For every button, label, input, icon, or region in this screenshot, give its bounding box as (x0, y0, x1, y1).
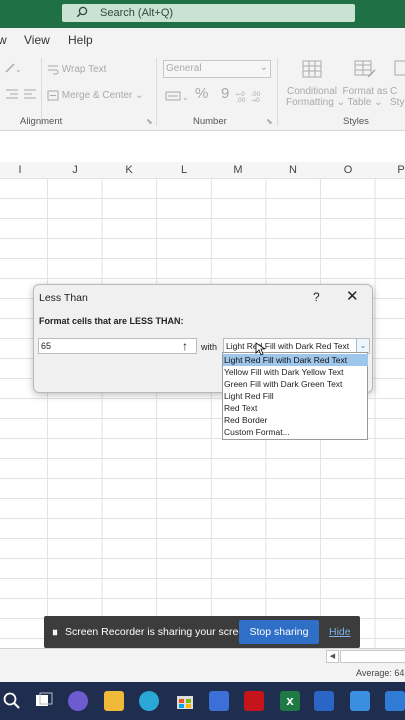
dropdown-option[interactable]: Red Text (223, 402, 368, 414)
format-select-value: Light Red Fill with Dark Red Text (226, 341, 350, 351)
column-header-j[interactable]: J (69, 164, 81, 176)
format-as-table-icon[interactable] (354, 60, 376, 81)
menu-item-help[interactable]: Help (68, 33, 93, 47)
number-format-select[interactable]: General ⌄ (163, 60, 271, 78)
group-number-label: Number (193, 116, 227, 127)
collapse-dialog-arrow-icon[interactable]: ↑ (177, 338, 193, 354)
indent-icon[interactable] (4, 88, 40, 103)
column-header-k[interactable]: K (123, 164, 135, 176)
svg-text:⌄: ⌄ (15, 65, 22, 74)
cell-styles-line1: C (390, 86, 398, 97)
formula-area (0, 131, 405, 163)
svg-text:→0: →0 (251, 97, 260, 102)
svg-text:.00: .00 (236, 97, 246, 102)
close-icon[interactable]: ✕ (346, 287, 359, 305)
dropdown-option[interactable]: Custom Format... (223, 426, 368, 438)
column-headers: I J K L M N O P (0, 162, 405, 179)
dropdown-option[interactable]: Red Border (223, 414, 368, 426)
screen-recorder-banner: ⏸ Screen Recorder is sharing your screen… (44, 616, 360, 648)
column-header-l[interactable]: L (178, 164, 190, 176)
percent-style-button[interactable]: % (195, 85, 208, 102)
search-placeholder: Search (Alt+Q) (100, 7, 174, 19)
with-label: with (201, 342, 218, 352)
status-bar: Average: 64.7 (0, 664, 405, 682)
ribbon: ⌄ Wrap Text Merge & Center ⌄ Alignment ⬊… (0, 54, 405, 131)
menu-item-review[interactable]: w (0, 33, 7, 47)
scroll-left-icon[interactable]: ◀ (326, 650, 339, 663)
search-box[interactable]: Search (Alt+Q) (62, 4, 355, 22)
format-dropdown-list: Light Red Fill with Dark Red Text Yellow… (222, 352, 368, 440)
cond-fmt-line1: Conditional (286, 86, 338, 97)
menu-item-view[interactable]: View (24, 33, 50, 47)
comma-style-button[interactable]: 9 (221, 85, 229, 102)
taskbar: x (0, 682, 405, 720)
number-format-value: General (166, 63, 202, 74)
decimal-icons[interactable]: ←0.00.00 →0 (236, 90, 266, 105)
column-header-m[interactable]: M (231, 164, 245, 176)
value-input[interactable]: 65 (38, 338, 197, 354)
help-icon[interactable]: ? (313, 290, 320, 304)
dropdown-option[interactable]: Green Fill with Dark Green Text (223, 378, 368, 390)
cond-fmt-line2: Formatting (286, 97, 334, 108)
group-alignment-label: Alignment (20, 116, 63, 127)
outlook-icon[interactable] (314, 691, 334, 711)
pause-icon[interactable]: ⏸ (52, 625, 58, 640)
task-view-icon[interactable] (34, 691, 54, 711)
menu-bar: w View Help (0, 28, 405, 54)
cell-styles-button[interactable]: C Styl (390, 86, 405, 108)
accounting-format-icon[interactable]: ⌄ (165, 90, 191, 105)
photos-icon[interactable] (350, 691, 370, 711)
horizontal-scrollbar[interactable] (340, 650, 405, 663)
recorder-message: Screen Recorder is sharing your screen. (65, 626, 253, 638)
chevron-down-icon: ⌄ (135, 90, 144, 102)
app-icon[interactable] (385, 691, 405, 711)
chevron-down-icon[interactable]: ⌄ (356, 339, 369, 353)
search-icon[interactable] (2, 691, 22, 711)
store-icon[interactable] (175, 691, 195, 711)
teams-icon[interactable] (68, 691, 88, 711)
merge-center-label: Merge & Center (61, 90, 133, 102)
value-text: 65 (41, 341, 52, 351)
column-header-p[interactable]: P (395, 164, 405, 176)
format-table-line2: Table (347, 97, 372, 108)
format-table-line1: Format as (342, 86, 388, 97)
conditional-formatting-icon[interactable] (302, 60, 322, 81)
column-header-o[interactable]: O (341, 164, 355, 176)
dialog-launcher-icon[interactable]: ⬊ (266, 117, 273, 126)
chevron-down-icon: ⌄ (259, 62, 268, 73)
title-bar: Search (Alt+Q) (0, 0, 405, 28)
cell-styles-line2: Styl (390, 97, 405, 108)
orientation-icon[interactable]: ⌄ (4, 62, 22, 77)
group-styles-label: Styles (343, 116, 369, 127)
stop-sharing-button[interactable]: Stop sharing (239, 620, 319, 644)
dropdown-option[interactable]: Light Red Fill (223, 390, 368, 402)
dialog-title: Less Than (39, 292, 88, 304)
dialog-launcher-icon[interactable]: ⬊ (146, 117, 153, 126)
file-explorer-icon[interactable] (104, 691, 124, 711)
excel-icon[interactable]: x (280, 691, 300, 711)
wrap-text-label: Wrap Text (61, 64, 107, 76)
pen-app-icon[interactable] (209, 691, 229, 711)
dialog-instruction: Format cells that are LESS THAN: (39, 316, 184, 326)
mcafee-shield-icon[interactable] (244, 691, 264, 711)
dropdown-option[interactable]: Yellow Fill with Dark Yellow Text (223, 366, 368, 378)
conditional-formatting-button[interactable]: Conditional Formatting ⌄ (286, 86, 345, 108)
column-header-n[interactable]: N (286, 164, 300, 176)
status-average: Average: 64.7 (356, 668, 405, 678)
column-header-i[interactable]: I (14, 164, 26, 176)
hide-link[interactable]: Hide (329, 626, 351, 638)
dropdown-option[interactable]: Light Red Fill with Dark Red Text (223, 354, 368, 366)
mouse-cursor-icon (255, 342, 267, 359)
cell-styles-icon[interactable] (394, 60, 405, 81)
format-as-table-button[interactable]: Format as Table ⌄ (342, 86, 388, 108)
wrap-text-button[interactable]: Wrap Text (47, 64, 106, 75)
merge-center-button[interactable]: Merge & Center ⌄ (47, 90, 144, 101)
search-icon (76, 6, 88, 21)
svg-text:⌄: ⌄ (182, 93, 189, 102)
edge-browser-icon[interactable] (139, 691, 159, 711)
